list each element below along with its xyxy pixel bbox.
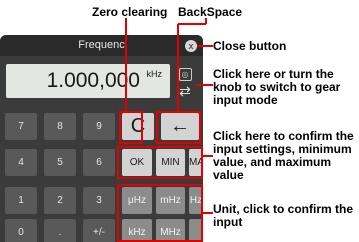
unit-annotation: Unit, click to confirm the input bbox=[213, 202, 354, 229]
switch-annotation: Click here or turn the knob to switch to… bbox=[213, 67, 341, 107]
close-annotation: Close button bbox=[213, 39, 287, 53]
confirm-annotation: Click here to confirm the input settings… bbox=[213, 129, 354, 182]
